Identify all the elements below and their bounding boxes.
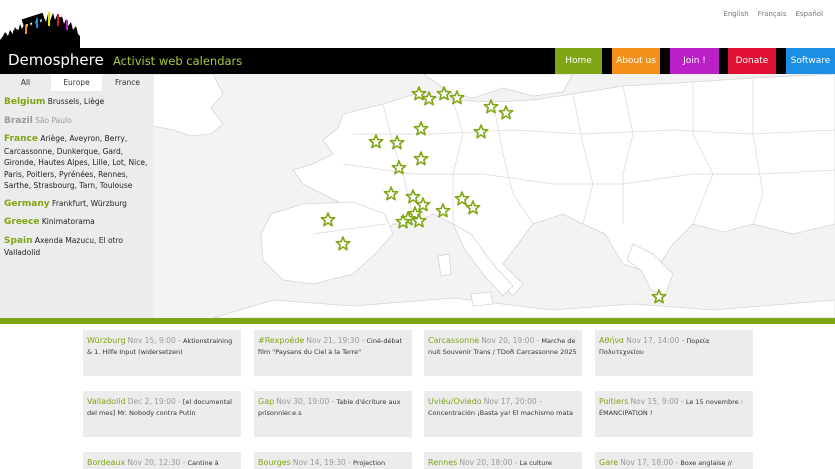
- country-item-spain: Spain Axenda Mazucu, El otro Valladolid: [4, 235, 148, 259]
- event-city[interactable]: Valladolid: [87, 397, 126, 406]
- site-header: Demosphere Activist web calendars Home A…: [0, 48, 835, 74]
- country-item-france: France Ariège, Aveyron, Berry, Carcasson…: [4, 133, 148, 192]
- event-date: Nov 17, 18:00 -: [620, 458, 679, 467]
- lang-espanol[interactable]: Español: [796, 10, 823, 18]
- country-cities[interactable]: São Paulo: [35, 116, 72, 125]
- tab-france[interactable]: France: [102, 74, 153, 91]
- event-card[interactable]: #Rexpoéde Nov 21, 19:30 - Ciné-débat fil…: [254, 330, 412, 376]
- event-date: Nov 30, 19:00 -: [276, 397, 335, 406]
- event-city[interactable]: Bordeaux: [87, 458, 125, 467]
- crowd-logo-icon[interactable]: [0, 10, 110, 50]
- event-date: Nov 17, 14:00 -: [626, 336, 685, 345]
- event-city[interactable]: Αθήνα: [599, 336, 624, 345]
- country-cities[interactable]: Frankfurt, Würzburg: [52, 199, 127, 208]
- region-tabs: All Europe France: [0, 74, 153, 91]
- europe-map[interactable]: [153, 74, 835, 318]
- country-cities[interactable]: Brussels, Liège: [48, 97, 104, 106]
- event-date: Nov 20, 19:00 -: [481, 336, 540, 345]
- nav-about-button[interactable]: About us: [612, 48, 660, 74]
- language-selector: English Français Español: [723, 10, 823, 18]
- event-card[interactable]: Carcassonne Nov 20, 19:00 - Marche de nu…: [424, 330, 582, 376]
- event-city[interactable]: Würzburg: [87, 336, 126, 345]
- event-card[interactable]: Gare Nov 17, 18:00 - Boxe anglaise //: [595, 452, 753, 469]
- tab-europe[interactable]: Europe: [51, 74, 102, 91]
- event-card[interactable]: Uviéu/Oviedo Nov 17, 20:00 - Concentraci…: [424, 391, 582, 437]
- event-city[interactable]: Rennes: [428, 458, 457, 467]
- event-card[interactable]: Valladolid Dec 2, 19:00 - [el documental…: [83, 391, 241, 437]
- event-date: Nov 14, 19:30 -: [292, 458, 351, 467]
- event-card[interactable]: Würzburg Nov 15, 9:00 - Aktionstraining …: [83, 330, 241, 376]
- event-date: Dec 2, 19:00 -: [127, 397, 181, 406]
- country-cities[interactable]: Kinimatorama: [42, 217, 95, 226]
- event-title[interactable]: Boxe anglaise //: [680, 459, 732, 467]
- country-item-germany: Germany Frankfurt, Würzburg: [4, 198, 148, 211]
- country-name[interactable]: Brazil: [4, 116, 33, 126]
- event-date: Nov 15, 9:00 -: [630, 397, 684, 406]
- page: { "languages": ["English", "Français", "…: [0, 0, 835, 469]
- event-city[interactable]: Poitiers: [599, 397, 628, 406]
- lang-francais[interactable]: Français: [758, 10, 787, 18]
- event-card[interactable]: Αθήνα Nov 17, 14:00 - Πορεία Πολυτεχνείο…: [595, 330, 753, 376]
- event-card[interactable]: Bourges Nov 14, 19:30 - Projection: [254, 452, 412, 469]
- country-list: Belgium Brussels, Liège Brazil São Paulo…: [0, 91, 153, 259]
- country-name[interactable]: Germany: [4, 199, 50, 209]
- region-sidebar: All Europe France Belgium Brussels, Lièg…: [0, 74, 153, 318]
- event-city[interactable]: Bourges: [258, 458, 291, 467]
- event-date: Nov 21, 19:30 -: [306, 336, 365, 345]
- event-title[interactable]: La culture: [520, 459, 552, 467]
- site-name[interactable]: Demosphere: [8, 51, 104, 69]
- event-card[interactable]: Poitiers Nov 15, 9:00 - Le 15 novembre :…: [595, 391, 753, 437]
- country-name[interactable]: Belgium: [4, 97, 45, 107]
- country-name[interactable]: Spain: [4, 236, 33, 246]
- nav-join-button[interactable]: Join !: [670, 48, 719, 74]
- nav-donate-button[interactable]: Donate: [728, 48, 776, 74]
- map-canvas: [153, 74, 835, 318]
- event-date: Nov 20, 12:30 -: [127, 458, 186, 467]
- event-city[interactable]: Gare: [599, 458, 618, 467]
- country-name[interactable]: France: [4, 134, 38, 144]
- lang-english[interactable]: English: [723, 10, 748, 18]
- event-card[interactable]: Gap Nov 30, 19:00 - Table d'écriture aux…: [254, 391, 412, 437]
- event-title[interactable]: Projection: [353, 459, 385, 467]
- nav-home-button[interactable]: Home: [555, 48, 602, 74]
- event-title[interactable]: Concentración ¡Basta ya! El machismo mat…: [428, 409, 573, 417]
- event-city[interactable]: Carcassonne: [428, 336, 479, 345]
- event-date: Nov 20, 18:00 -: [459, 458, 518, 467]
- event-date: Nov 17, 20:00 -: [483, 397, 542, 406]
- event-city[interactable]: Uviéu/Oviedo: [428, 397, 482, 406]
- event-date: Nov 15, 9:00 -: [127, 336, 181, 345]
- nav-software-button[interactable]: Software: [786, 48, 835, 74]
- event-city[interactable]: Gap: [258, 397, 274, 406]
- country-item-brazil: Brazil São Paulo: [4, 115, 148, 128]
- tab-all[interactable]: All: [0, 74, 51, 91]
- event-card[interactable]: Rennes Nov 20, 18:00 - La culture: [424, 452, 582, 469]
- country-item-belgium: Belgium Brussels, Liège: [4, 96, 148, 109]
- site-tagline: Activist web calendars: [113, 54, 243, 68]
- country-item-greece: Greece Kinimatorama: [4, 216, 148, 229]
- event-city[interactable]: #Rexpoéde: [258, 336, 304, 345]
- event-title[interactable]: Cantine à: [187, 459, 218, 467]
- country-name[interactable]: Greece: [4, 217, 39, 227]
- event-card[interactable]: Bordeaux Nov 20, 12:30 - Cantine à: [83, 452, 241, 469]
